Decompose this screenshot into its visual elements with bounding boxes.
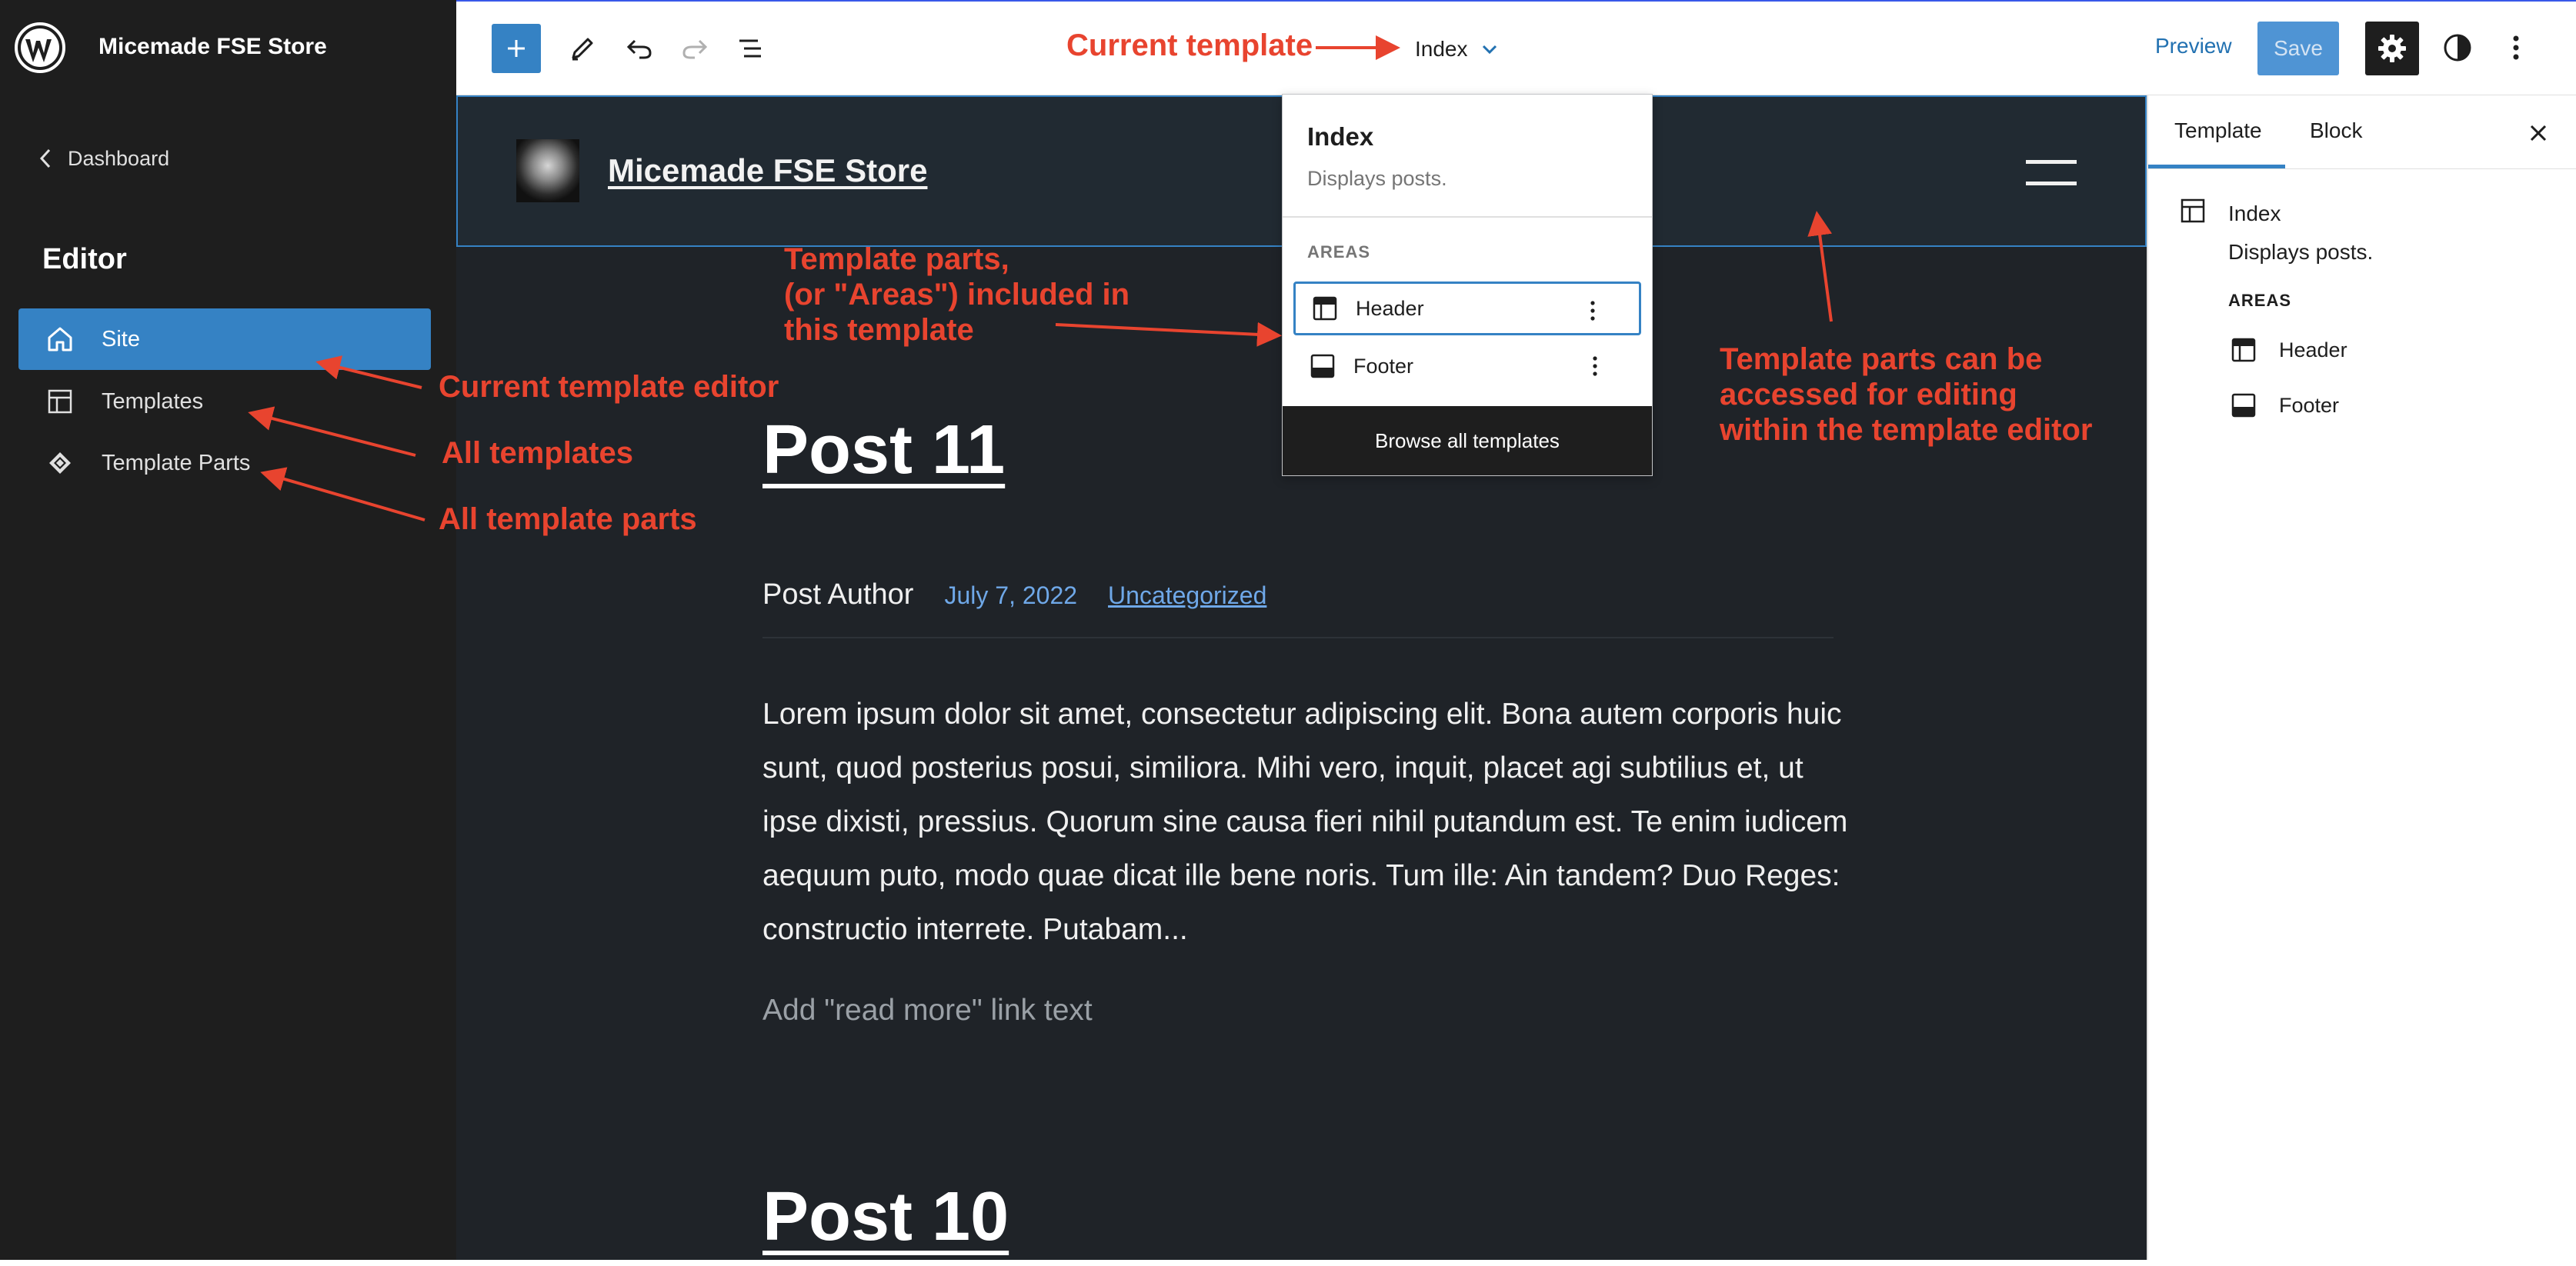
post-category-link[interactable]: Uncategorized	[1108, 581, 1266, 610]
editor-heading: Editor	[42, 243, 127, 275]
footer-icon	[2231, 393, 2256, 418]
post-author[interactable]: Post Author	[762, 578, 913, 611]
editor-toolbar: Index Preview Save	[456, 0, 2576, 95]
add-block-button[interactable]	[492, 24, 541, 73]
redo-icon	[682, 39, 708, 59]
template-selector[interactable]: Index	[1415, 34, 1500, 65]
tab-block[interactable]: Block	[2310, 118, 2362, 143]
more-vertical-icon[interactable]	[2499, 31, 2533, 65]
annotation-template-parts-areas: Template parts, (or "Areas") included in…	[784, 242, 1130, 347]
tab-template[interactable]: Template	[2174, 118, 2262, 143]
list-view-button[interactable]	[727, 25, 773, 72]
contrast-icon[interactable]	[2441, 31, 2474, 65]
post-title[interactable]: Post 10	[762, 1178, 1009, 1257]
panel-area-label: Header	[2279, 338, 2347, 361]
post-excerpt[interactable]: Lorem ipsum dolor sit amet, consectetur …	[762, 688, 1855, 957]
dropdown-template-description: Displays posts.	[1307, 167, 1447, 190]
sidebar-item-label: Template Parts	[102, 450, 251, 475]
preview-button[interactable]: Preview	[2155, 34, 2232, 58]
editor-sidebar: Micemade FSE Store Dashboard Editor Site…	[0, 0, 456, 1260]
dashboard-label: Dashboard	[68, 146, 170, 170]
read-more-placeholder[interactable]: Add "read more" link text	[762, 994, 1093, 1028]
sidebar-item-template-parts[interactable]: Template Parts	[18, 432, 431, 494]
panel-area-label: Footer	[2279, 393, 2340, 417]
site-name: Micemade FSE Store	[98, 34, 327, 59]
panel-areas-heading: AREAS	[2228, 291, 2292, 310]
annotation-current-template: Current template	[1066, 28, 1313, 62]
more-vertical-icon[interactable]	[1580, 298, 1605, 323]
undo-button[interactable]	[616, 25, 662, 72]
meta-divider	[762, 637, 1834, 638]
sidebar-item-label: Templates	[102, 388, 204, 414]
dropdown-areas-heading: AREAS	[1307, 242, 1371, 262]
footer-icon	[1310, 354, 1335, 378]
chevron-down-icon	[1482, 45, 1497, 55]
gear-icon	[2378, 35, 2406, 62]
layout-icon	[2181, 198, 2205, 223]
header-icon	[2231, 338, 2256, 362]
pencil-icon	[572, 38, 593, 61]
panel-area-header[interactable]: Header	[2230, 335, 2347, 365]
redo-button[interactable]	[672, 25, 718, 72]
panel-template-title: Index	[2228, 202, 2281, 225]
panel-tabs: Template Block	[2148, 95, 2576, 169]
header-icon	[1313, 296, 1337, 321]
dropdown-template-title: Index	[1307, 122, 1374, 151]
template-name: Index	[1415, 37, 1468, 61]
more-vertical-icon[interactable]	[1583, 354, 1607, 378]
panel-area-footer[interactable]: Footer	[2230, 390, 2339, 421]
annotation-all-templates: All templates	[442, 436, 633, 470]
post-date[interactable]: July 7, 2022	[944, 581, 1077, 610]
post-title[interactable]: Post 11	[762, 411, 1005, 490]
settings-button[interactable]	[2365, 22, 2419, 75]
dropdown-divider	[1283, 216, 1652, 218]
sidebar-item-site[interactable]: Site	[18, 308, 431, 370]
browse-all-templates-button[interactable]: Browse all templates	[1283, 406, 1652, 475]
list-view-icon	[739, 39, 761, 58]
save-button[interactable]: Save	[2257, 22, 2339, 75]
dropdown-area-footer[interactable]: Footer	[1293, 339, 1641, 393]
sidebar-item-templates[interactable]: Templates	[18, 371, 431, 432]
annotation-template-parts-editing: Template parts can be accessed for editi…	[1720, 342, 2093, 447]
layout-icon	[48, 389, 72, 414]
site-title-link[interactable]: Micemade FSE Store	[608, 152, 927, 189]
home-icon	[48, 327, 72, 351]
tools-button[interactable]	[559, 25, 606, 72]
wordpress-logo-icon[interactable]	[15, 22, 65, 73]
close-icon[interactable]	[2524, 118, 2553, 148]
plus-icon	[508, 40, 525, 57]
post-meta: Post Author July 7, 2022 Uncategorized	[762, 578, 1266, 611]
settings-panel: Template Block Index Displays posts. ARE…	[2147, 95, 2576, 1260]
panel-template-description: Displays posts.	[2228, 240, 2374, 264]
annotation-all-template-parts: All template parts	[439, 502, 697, 536]
symbol-icon	[49, 452, 71, 474]
active-tab-indicator	[2148, 165, 2285, 168]
annotation-current-template-editor: Current template editor	[439, 370, 779, 404]
dropdown-area-header[interactable]: Header	[1293, 282, 1641, 335]
site-logo[interactable]	[516, 139, 579, 202]
dropdown-area-label: Header	[1356, 296, 1424, 320]
sidebar-item-label: Site	[102, 326, 140, 351]
dropdown-area-label: Footer	[1353, 354, 1414, 378]
template-details-dropdown: Index Displays posts. AREAS Header Foote…	[1282, 94, 1653, 476]
dashboard-back-link[interactable]: Dashboard	[37, 145, 169, 172]
undo-icon	[626, 39, 652, 59]
chevron-left-icon	[39, 148, 51, 168]
hamburger-menu-icon[interactable]	[2026, 155, 2077, 191]
